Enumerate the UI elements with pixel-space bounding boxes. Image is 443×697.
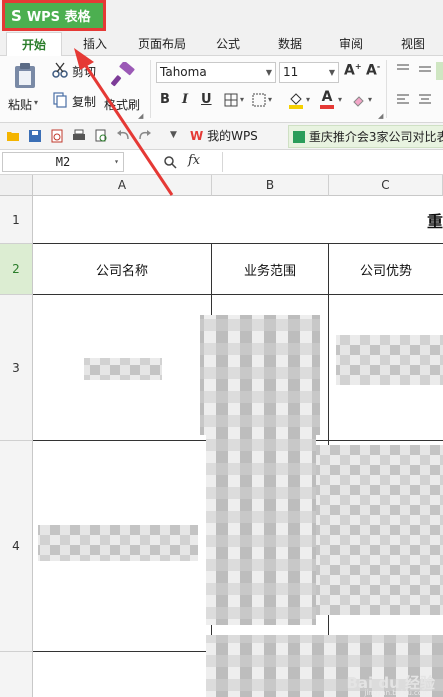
ribbon-tab-bar: 开始 插入 页面布局 公式 数据 审阅 视图 [0,32,443,57]
format-painter-label: 格式刷 [104,98,141,112]
chevron-down-icon[interactable]: ▾ [368,95,372,104]
export-pdf-icon[interactable] [50,129,64,143]
save-icon[interactable] [28,129,42,143]
align-left-icon[interactable] [396,94,410,106]
formula-input[interactable] [222,152,443,172]
formula-bar: M2 ▾ fx [0,150,443,175]
tab-home[interactable]: 开始 [6,32,62,57]
wps-logo-icon: S [11,6,22,25]
borders-icon[interactable] [224,93,238,107]
spreadsheet-grid: A B C 1 2 3 4 重 公司名称 业务范围 公司优势 Bai du 经验… [0,175,443,697]
redo-icon[interactable] [138,129,152,143]
chevron-down-icon: ▼ [328,68,335,77]
cut-button[interactable]: 剪切 [52,62,98,80]
undo-icon[interactable] [116,129,130,143]
tab-view[interactable]: 视图 [393,32,433,56]
tab-formulas[interactable]: 公式 [208,32,248,56]
pixelated-redaction [38,315,443,697]
align-bottom-button[interactable] [436,62,443,80]
font-size-select[interactable]: 11 ▼ [279,62,339,83]
cut-label: 剪切 [72,65,97,79]
paste-dropdown-icon: ▾ [34,98,39,107]
name-box[interactable]: M2 ▾ [2,152,124,172]
tab-data[interactable]: 数据 [270,32,310,56]
open-folder-icon[interactable] [6,129,20,143]
increase-font-size-button[interactable]: A+ [344,62,362,79]
wps-app-menu-button[interactable]: S WPS 表格 [2,0,106,31]
clear-format-icon[interactable] [352,93,366,107]
align-center-icon[interactable] [418,94,432,106]
copy-label: 复制 [72,95,97,109]
chevron-down-icon[interactable]: ▾ [306,95,310,104]
font-color-button[interactable]: A [320,89,334,109]
tab-document[interactable]: 重庆推介会3家公司对比表 [288,125,443,148]
baidu-watermark-url: jingyan.baidu.com [364,689,429,697]
document-title: 重庆推介会3家公司对比表 [308,130,443,144]
ribbon-home: 粘贴 ▾ 剪切 复制 格式刷 ◢ Tahoma ▼ 11 ▼ A+ A- B I… [0,56,443,123]
fill-color-icon[interactable] [288,91,304,109]
font-launcher-icon[interactable]: ◢ [378,112,383,120]
scissors-icon [52,62,68,78]
tab-review[interactable]: 审阅 [331,32,371,56]
tab-my-wps[interactable]: W 我的WPS [190,125,258,148]
clipboard-launcher-icon[interactable]: ◢ [138,112,143,120]
app-name: WPS 表格 [26,10,91,25]
font-name-select[interactable]: Tahoma ▼ [156,62,276,83]
align-top-icon[interactable] [396,64,410,76]
bold-button[interactable]: B [160,92,170,107]
copy-icon [53,92,67,108]
chevron-down-icon: ▾ [114,157,119,166]
tab-page-layout[interactable]: 页面布局 [132,32,192,56]
chevron-down-icon[interactable]: ▾ [240,95,244,104]
chevron-down-icon[interactable]: ▾ [338,95,342,104]
title-bar: S WPS 表格 [0,0,443,32]
chevron-down-icon: ▼ [265,68,272,77]
my-wps-label: 我的WPS [207,129,258,143]
underline-button[interactable]: U [201,92,212,107]
ribbon-separator [386,60,387,118]
print-preview-icon[interactable] [94,129,108,143]
ribbon-separator [150,60,151,118]
wps-logo-icon: W [190,129,204,143]
print-icon[interactable] [72,129,86,143]
paste-button[interactable]: 粘贴 ▾ [8,60,46,118]
paste-label: 粘贴 [8,98,33,112]
italic-button[interactable]: I [182,92,188,107]
tab-insert[interactable]: 插入 [72,32,118,56]
decrease-font-size-button[interactable]: A- [366,62,380,79]
chevron-down-icon[interactable]: ▾ [268,95,272,104]
search-function-icon[interactable] [163,155,177,169]
customize-toolbar-icon[interactable]: ▼ [170,130,177,140]
paste-icon [15,63,35,88]
spreadsheet-icon [293,131,305,143]
font-name-value: Tahoma [160,65,207,79]
format-painter-button[interactable]: 格式刷 [104,60,146,118]
format-painter-icon [111,62,135,87]
align-middle-icon[interactable] [418,64,432,76]
insert-function-button[interactable]: fx [188,153,200,168]
font-size-value: 11 [283,65,299,79]
quick-access-toolbar: ▼ W 我的WPS 重庆推介会3家公司对比表 [0,123,443,150]
cell-pattern-icon[interactable] [252,93,266,107]
copy-button[interactable]: 复制 [52,92,98,110]
name-box-value: M2 [55,155,71,169]
